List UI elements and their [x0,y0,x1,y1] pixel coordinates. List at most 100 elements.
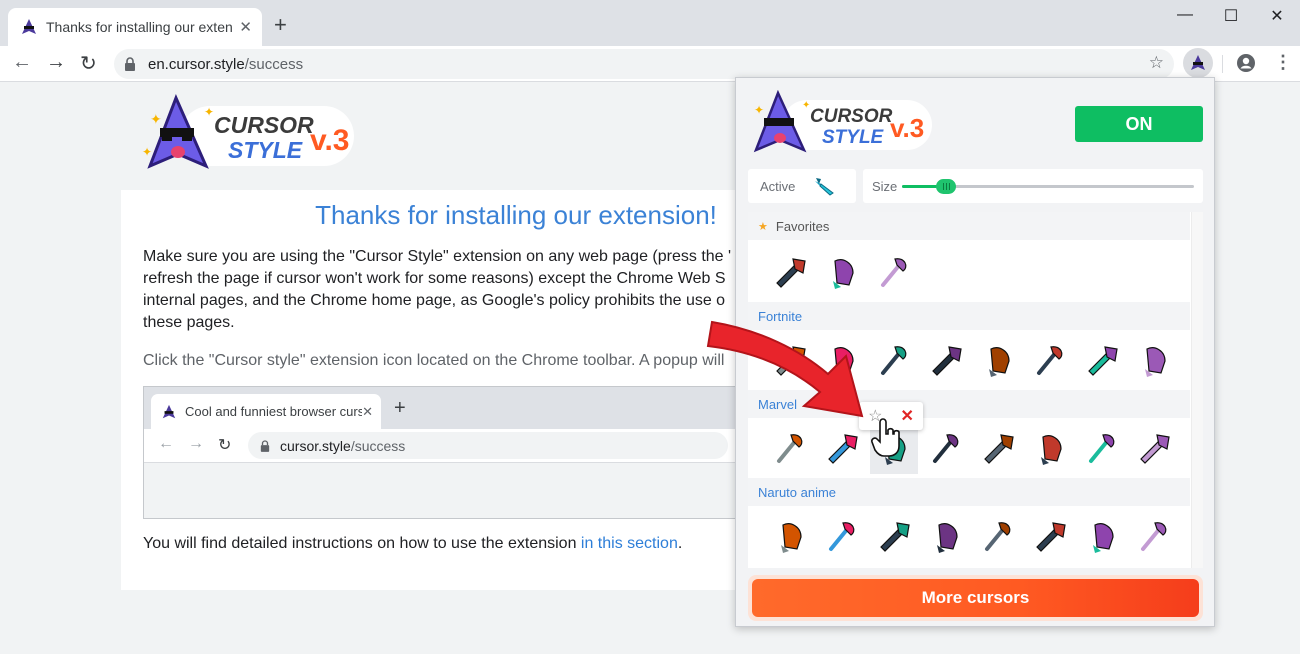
profile-icon[interactable] [1236,53,1256,73]
cursor-style-extension-icon [1191,55,1205,70]
naruto-row [766,510,1178,562]
marvel-cursor-2-icon[interactable] [818,422,866,474]
cursor-style-favicon-icon [22,19,36,34]
naruto-cursor-5-icon[interactable] [974,510,1022,562]
example-reload-icon: ↻ [218,437,232,454]
naruto-cursor-3-icon[interactable] [870,510,918,562]
favorites-star-icon: ★ [758,220,768,233]
instructions-text: You will find detailed instructions on h… [143,535,683,552]
marvel-cursor-4-icon[interactable] [922,422,970,474]
fortnite-cursor-1-icon[interactable] [766,334,814,386]
fortnite-cursor-7-icon[interactable] [1078,334,1126,386]
content-card: Thanks for installing our extension! Mak… [121,190,743,590]
bookmark-star-icon[interactable]: ☆ [1149,53,1164,73]
active-label: Active [760,178,796,194]
click-instruction: Click the "Cursor style" extension icon … [143,352,725,369]
browser-menu-icon[interactable]: ⋮ [1274,52,1292,73]
example-toolbar: ← → ↻ cursor.style/success [144,429,742,463]
fortnite-row [766,334,1178,386]
cursor-list: ★ Favorites Fortnite Marvel Naruto anime [748,212,1203,568]
fortnite-cursor-3-icon[interactable] [870,334,918,386]
tab-close-icon[interactable]: ✕ [239,18,252,36]
marvel-cursor-7-icon[interactable] [1078,422,1126,474]
size-control: Size [863,169,1203,203]
fortnite-cursor-4-icon[interactable] [922,334,970,386]
back-icon[interactable]: ← [12,51,32,74]
size-slider[interactable] [902,179,1194,194]
reload-icon[interactable]: ↻ [80,51,97,76]
naruto-cursor-2-icon[interactable] [818,510,866,562]
instructions-link[interactable]: in this section [581,535,678,552]
example-tab-close-icon: ✕ [362,403,373,419]
marvel-cursor-6-icon[interactable] [1026,422,1074,474]
svg-text:✦: ✦ [142,145,152,159]
svg-text:✦: ✦ [754,103,764,117]
logo-version: v.3 [310,124,349,157]
popup-logo-line2: STYLE [822,127,885,148]
on-off-toggle[interactable]: ON [1075,106,1203,142]
example-tab: Cool and funniest browser curs ✕ [151,394,381,429]
fortnite-cursor-2-icon[interactable] [818,334,866,386]
marvel-cursor-5-icon[interactable] [974,422,1022,474]
toolbar-divider [1222,55,1223,73]
popup-logo-version: v.3 [890,113,924,143]
naruto-cursor-6-icon[interactable] [1026,510,1074,562]
naruto-cursor-8-icon[interactable] [1130,510,1178,562]
example-browser-image: Cool and funniest browser curs ✕ + ← → ↻… [143,386,743,519]
cursor-actions-popover: ☆ ✕ [859,402,923,430]
naruto-cursor-7-icon[interactable] [1078,510,1126,562]
favorites-cursor-3-icon[interactable] [870,246,918,298]
naruto-cursor-4-icon[interactable] [922,510,970,562]
marvel-cursor-1-icon[interactable] [766,422,814,474]
popup-logo: ✦ ✦ CURSOR STYLE v.3 [753,90,932,153]
address-bar[interactable]: en.cursor.style/success ☆ [114,49,1174,79]
paragraph-line: internal pages, and the Chrome home page… [143,292,726,309]
example-url-path: /success [350,437,406,454]
cursor-style-logo: ✦ ✦ ✦ CURSOR STYLE v.3 [142,94,354,169]
forward-icon[interactable]: → [46,51,66,74]
category-header-naruto: Naruto anime [748,478,1190,506]
cursor-style-extension-button[interactable] [1183,48,1213,78]
favorites-row [766,246,918,298]
active-tab[interactable]: Thanks for installing our extensio ✕ [8,8,262,46]
remove-cursor-icon[interactable]: ✕ [901,406,914,426]
paragraph-line: Make sure you are using the "Cursor Styl… [143,248,732,265]
add-favorite-star-icon[interactable]: ☆ [868,406,882,426]
category-header-fortnite: Fortnite [748,302,1190,330]
example-address-bar: cursor.style/success [248,432,728,459]
more-cursors-label: More cursors [752,579,1199,617]
fortnite-cursor-8-icon[interactable] [1130,334,1178,386]
naruto-cursor-1-icon[interactable] [766,510,814,562]
fortnite-cursor-6-icon[interactable] [1026,334,1074,386]
fortnite-cursor-5-icon[interactable] [974,334,1022,386]
tab-strip: Thanks for installing our extensio ✕ + —… [0,0,1300,46]
minimize-icon[interactable]: — [1162,6,1208,24]
popup-logo-line1: CURSOR [810,106,893,127]
example-lock-icon [260,439,270,452]
example-favicon-icon [162,404,176,418]
extension-popup: ✦ ✦ CURSOR STYLE v.3 ON Active Size ★ Fa… [735,77,1215,627]
size-slider-thumb[interactable] [936,179,956,194]
example-tab-strip: Cool and funniest browser curs ✕ + [144,387,742,429]
more-cursors-button[interactable]: More cursors [748,575,1203,621]
marvel-row [766,422,1178,474]
list-scrollbar[interactable] [1191,212,1203,568]
example-forward-icon: → [188,435,204,452]
marvel-cursor-8-icon[interactable] [1130,422,1178,474]
size-label: Size [872,179,898,194]
lock-icon [125,57,135,71]
favorites-cursor-2-icon[interactable] [818,246,866,298]
category-header-favorites: ★ Favorites [748,212,1190,240]
example-tab-title: Cool and funniest browser curs [185,404,363,419]
new-tab-button[interactable]: + [274,12,287,38]
svg-text:✦: ✦ [204,105,214,119]
example-page-area [144,463,742,518]
example-url-host: cursor.style [280,437,351,454]
favorites-cursor-1-icon[interactable] [766,246,814,298]
close-window-icon[interactable]: ✕ [1254,6,1300,26]
svg-text:✦: ✦ [150,111,162,127]
maximize-icon[interactable]: ☐ [1208,6,1254,26]
category-header-marvel: Marvel [748,390,1190,418]
logo-line2: STYLE [228,137,303,163]
tab-title: Thanks for installing our extensio [46,19,234,35]
